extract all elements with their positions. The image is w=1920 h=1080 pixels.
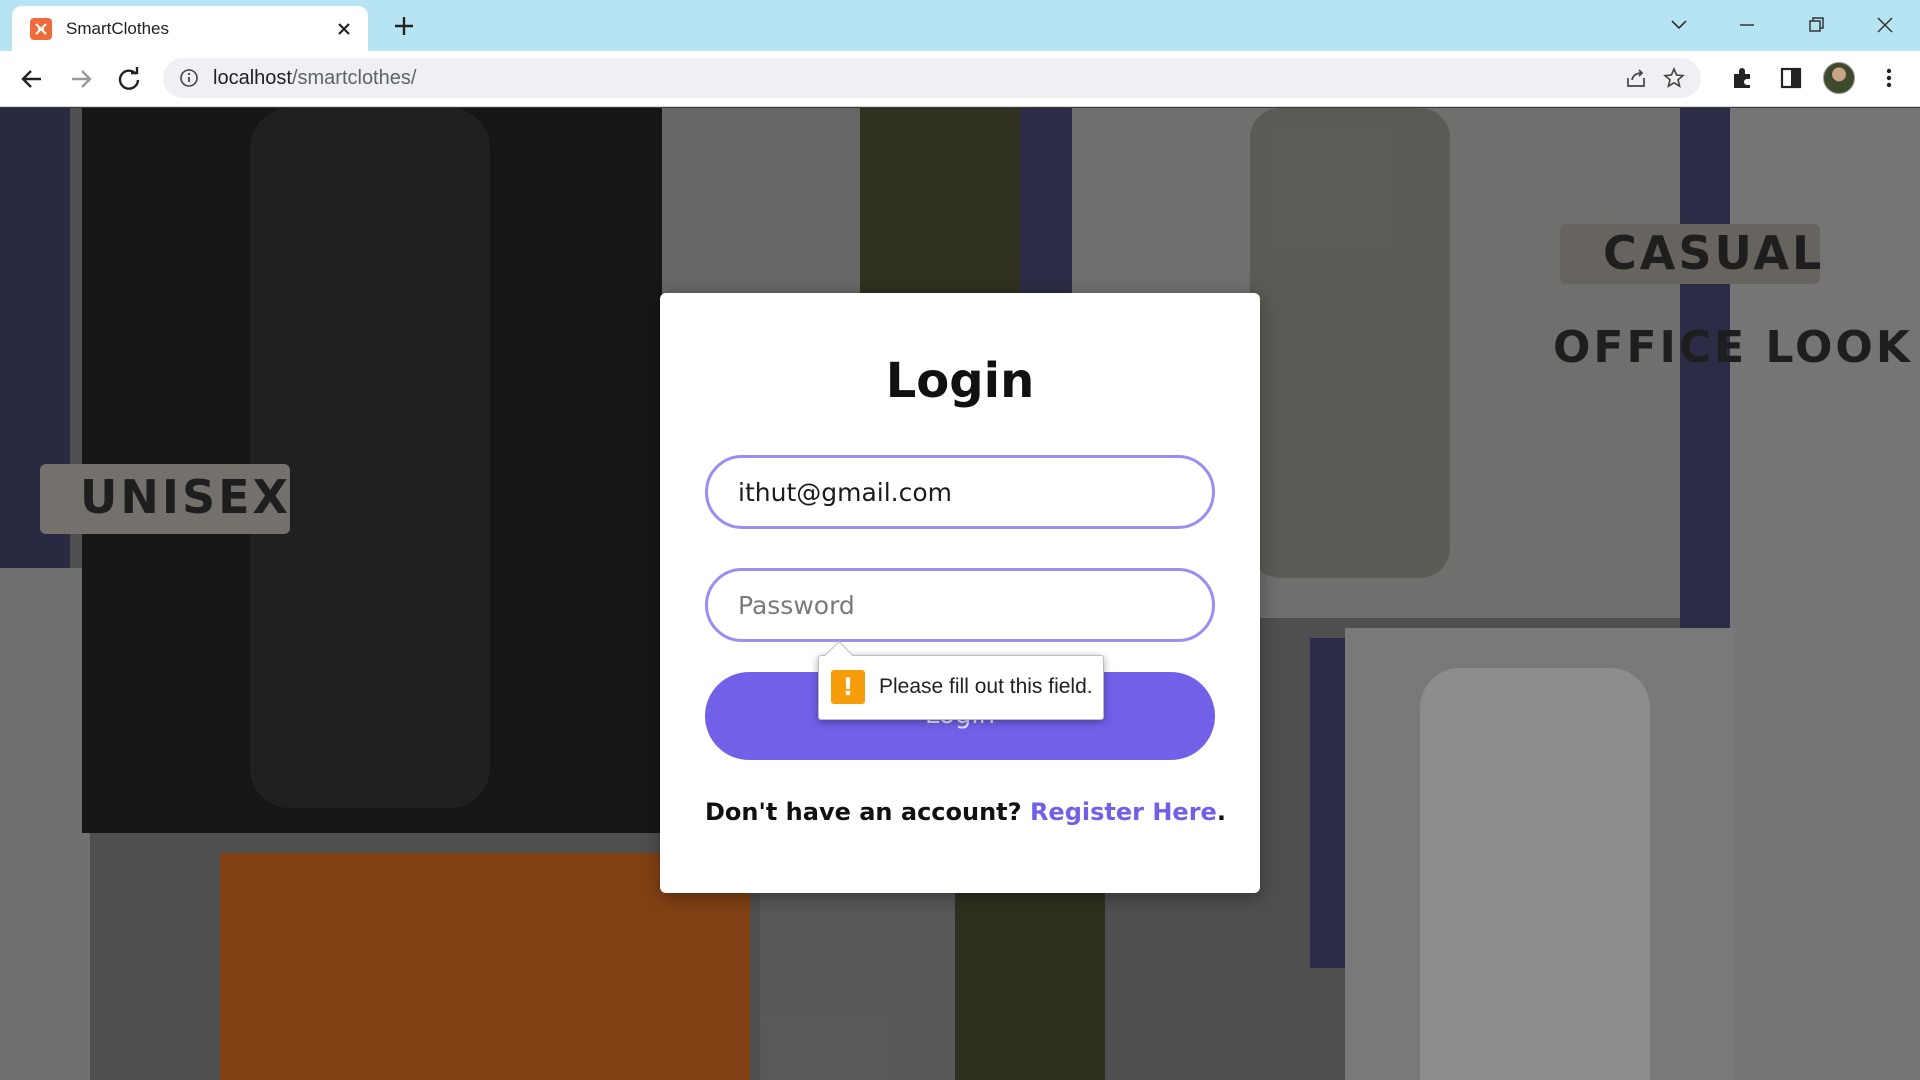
forward-arrow-icon[interactable] — [67, 65, 95, 93]
login-modal: Login ithut@gmail.com Password Login Don… — [660, 293, 1260, 893]
login-title: Login — [885, 353, 1035, 409]
register-link[interactable]: Register Here — [1030, 798, 1217, 826]
new-tab-icon[interactable] — [392, 14, 416, 38]
warning-glyph: ! — [842, 673, 854, 701]
register-suffix: . — [1216, 798, 1226, 826]
password-placeholder: Password — [738, 591, 855, 620]
warning-icon: ! — [831, 670, 865, 704]
avatar[interactable] — [1823, 62, 1855, 94]
browser-tab[interactable]: SmartClothes — [12, 6, 368, 51]
tab-title: SmartClothes — [66, 19, 169, 38]
register-prompt-text: Don't have an account? — [705, 798, 1022, 826]
more-vert-icon[interactable] — [1876, 65, 1902, 91]
chevron-down-icon[interactable] — [1666, 12, 1692, 38]
url-text[interactable]: localhost/smartclothes/ — [213, 67, 416, 90]
url-host: localhost — [213, 67, 292, 89]
email-field[interactable]: ithut@gmail.com — [705, 455, 1215, 529]
url-path: /smartclothes/ — [291, 67, 417, 89]
restore-icon[interactable] — [1803, 12, 1829, 38]
address-bar[interactable]: localhost/smartclothes/ — [163, 58, 1701, 98]
side-panel-icon[interactable] — [1778, 65, 1804, 91]
validation-tooltip: ! Please fill out this field. — [818, 640, 1104, 720]
info-icon[interactable] — [179, 68, 199, 88]
xampp-icon — [30, 18, 52, 40]
register-prompt: Don't have an account? Register Here. — [705, 798, 1226, 826]
reload-icon[interactable] — [115, 65, 143, 93]
puzzle-icon[interactable] — [1730, 65, 1756, 91]
share-icon[interactable] — [1625, 67, 1647, 89]
password-field[interactable]: Password — [705, 568, 1215, 642]
minimize-icon[interactable] — [1734, 12, 1760, 38]
validation-message: Please fill out this field. — [879, 675, 1093, 698]
star-icon[interactable] — [1663, 66, 1685, 89]
back-arrow-icon[interactable] — [18, 65, 46, 93]
browser-titlebar: SmartClothes — [0, 0, 1920, 51]
browser-toolbar: localhost/smartclothes/ — [0, 51, 1920, 107]
email-value: ithut@gmail.com — [738, 478, 953, 507]
close-icon[interactable] — [334, 19, 354, 39]
window-close-icon[interactable] — [1872, 12, 1898, 38]
